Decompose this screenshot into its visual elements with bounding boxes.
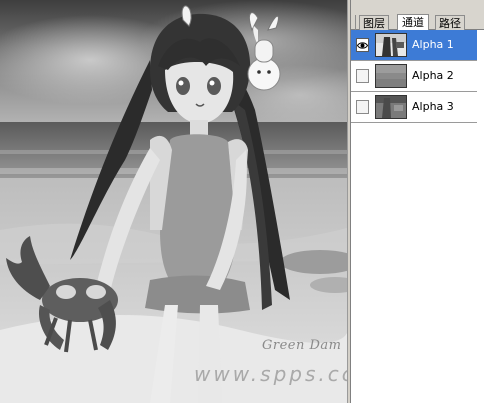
tab-layers[interactable]: 图层	[359, 15, 389, 30]
tab-paths[interactable]: 路径	[435, 15, 465, 30]
channel-thumbnail	[375, 33, 407, 57]
visibility-toggle[interactable]	[356, 100, 369, 114]
channel-list: Alpha 1 Alpha 2 Alpha 3	[351, 30, 484, 123]
panel-scroll-area[interactable]	[477, 30, 484, 403]
channels-panel: 图层 通道 路径 Alpha 1 Alpha 2 Alpha 3	[350, 0, 484, 403]
site-watermark: www.spps.cc	[194, 362, 347, 386]
channel-row-alpha-3[interactable]: Alpha 3	[351, 92, 484, 123]
channel-name: Alpha 2	[412, 69, 454, 82]
panel-tab-bar: 图层 通道 路径	[351, 0, 484, 31]
channel-thumbnail	[375, 64, 407, 88]
channel-thumbnail	[375, 95, 407, 119]
visibility-toggle[interactable]	[356, 38, 369, 52]
document-canvas[interactable]: Green Dam www.spps.cc	[0, 0, 347, 403]
tab-bar-edge	[355, 15, 358, 30]
photoshop-workspace: Green Dam www.spps.cc 图层 通道 路径 Alpha 1 A…	[0, 0, 484, 403]
visibility-toggle[interactable]	[356, 69, 369, 83]
artist-signature: Green Dam	[262, 338, 342, 353]
tab-channels[interactable]: 通道	[397, 14, 429, 31]
channel-name: Alpha 1	[412, 38, 454, 51]
channel-row-alpha-1[interactable]: Alpha 1	[351, 30, 484, 61]
eye-icon	[357, 42, 368, 49]
channel-name: Alpha 3	[412, 100, 454, 113]
channel-row-alpha-2[interactable]: Alpha 2	[351, 61, 484, 92]
